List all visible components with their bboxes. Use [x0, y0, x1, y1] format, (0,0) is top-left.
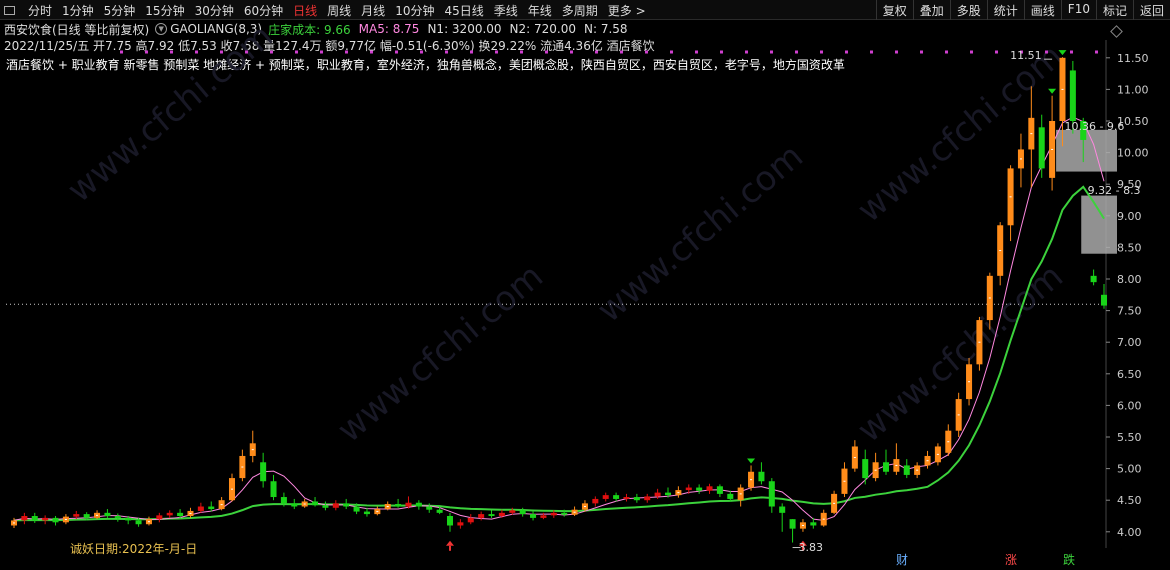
candle-body	[353, 506, 360, 512]
footer-date: 诚妖日期:2022年-月-日	[70, 542, 198, 556]
candle-body	[654, 492, 661, 497]
candle-body	[540, 515, 547, 518]
down-arrow-icon	[1058, 50, 1067, 56]
zone1-label: 10.36 - 9.6	[1064, 119, 1125, 133]
candle-body	[135, 520, 142, 525]
candle-body	[166, 512, 173, 516]
candle-body	[83, 514, 90, 518]
candle-body	[197, 506, 204, 511]
candle-body	[530, 514, 537, 518]
y-tick-label: 11.00	[1117, 83, 1149, 96]
candle-body	[758, 471, 765, 482]
candle-body	[519, 510, 526, 515]
candle-body	[395, 503, 402, 507]
candle-body	[644, 496, 651, 501]
price-zone-1	[1056, 129, 1117, 172]
candle-body	[322, 505, 329, 508]
y-tick-label: 8.50	[1117, 241, 1142, 254]
candle-body	[312, 501, 319, 506]
y-tick-label: 7.00	[1117, 336, 1142, 349]
cost-line	[13, 185, 1105, 522]
candle-body	[602, 495, 609, 499]
y-tick-label: 5.00	[1117, 463, 1142, 476]
candle-body	[426, 506, 433, 510]
candle-body	[696, 487, 703, 491]
candle-body	[104, 512, 111, 516]
candle-body	[789, 519, 796, 529]
candle-body	[509, 510, 516, 513]
low-annotation: 3.83	[798, 540, 824, 554]
y-tick-label: 11.50	[1117, 52, 1149, 65]
down-arrow-icon	[1048, 88, 1057, 94]
candle-body	[862, 459, 869, 479]
candle-body	[405, 502, 412, 507]
candle-body	[415, 502, 422, 507]
candle-body	[125, 517, 132, 521]
price-zone-2	[1081, 195, 1117, 254]
candle-body	[73, 514, 80, 517]
y-tick-label: 4.50	[1117, 494, 1142, 507]
candle-body	[779, 506, 786, 513]
candle-body	[270, 481, 277, 498]
down-arrow-icon	[747, 458, 756, 464]
candle-body	[903, 465, 910, 475]
high-annotation: 11.51	[1010, 49, 1042, 63]
y-tick-label: 4.00	[1117, 526, 1142, 539]
candle-body	[623, 497, 630, 499]
candle-body	[114, 516, 121, 518]
candle-body	[882, 462, 890, 472]
candle-body	[343, 503, 350, 507]
candle-body	[280, 497, 287, 504]
candle-body	[21, 516, 28, 521]
candle-body	[177, 512, 184, 516]
candle-body	[363, 511, 370, 515]
y-tick-label: 7.50	[1117, 305, 1142, 318]
candle-body	[550, 512, 557, 516]
candle-body	[706, 486, 713, 491]
y-tick-label: 10.00	[1117, 147, 1149, 160]
rise-marker[interactable]: 涨	[1005, 551, 1017, 568]
candle-body	[457, 522, 464, 526]
candle-body	[291, 503, 298, 507]
candle-body	[561, 512, 568, 515]
candle-body	[592, 498, 599, 504]
candle-body	[467, 517, 474, 523]
y-tick-label: 8.00	[1117, 273, 1142, 286]
candlestick-chart[interactable]: 11.5011.0010.5010.009.509.008.508.007.50…	[0, 0, 1170, 570]
finance-marker[interactable]: 财	[896, 551, 908, 568]
y-tick-label: 5.50	[1117, 431, 1142, 444]
candle-body	[31, 516, 38, 521]
candle-body	[1100, 294, 1108, 306]
fall-marker[interactable]: 跌	[1063, 551, 1075, 568]
candle-body	[52, 517, 59, 523]
candle-body	[1090, 275, 1097, 283]
candle-body	[332, 503, 339, 508]
up-arrow-icon	[446, 540, 454, 546]
candle-body	[1038, 127, 1045, 169]
y-tick-label: 6.00	[1117, 399, 1142, 412]
candle-body	[446, 516, 454, 526]
candle-body	[613, 495, 620, 499]
candle-body	[633, 497, 640, 501]
candle-body	[436, 509, 443, 513]
y-tick-label: 9.00	[1117, 210, 1142, 223]
candle-body	[488, 514, 495, 516]
candle-body	[156, 515, 163, 520]
candle-body	[664, 492, 672, 496]
candle-body	[478, 514, 485, 518]
candle-body	[716, 486, 723, 494]
candle-body	[208, 506, 215, 510]
y-tick-label: 6.50	[1117, 368, 1142, 381]
candle-body	[685, 487, 692, 491]
candle-body	[727, 493, 734, 499]
candle-body	[810, 522, 817, 526]
candle-body	[768, 481, 775, 507]
zone2-label: 9.32 - 8.3	[1087, 183, 1141, 197]
candle-body	[260, 462, 267, 482]
candle-body	[42, 517, 49, 521]
candle-body	[1069, 70, 1076, 121]
candle-body	[498, 512, 505, 516]
